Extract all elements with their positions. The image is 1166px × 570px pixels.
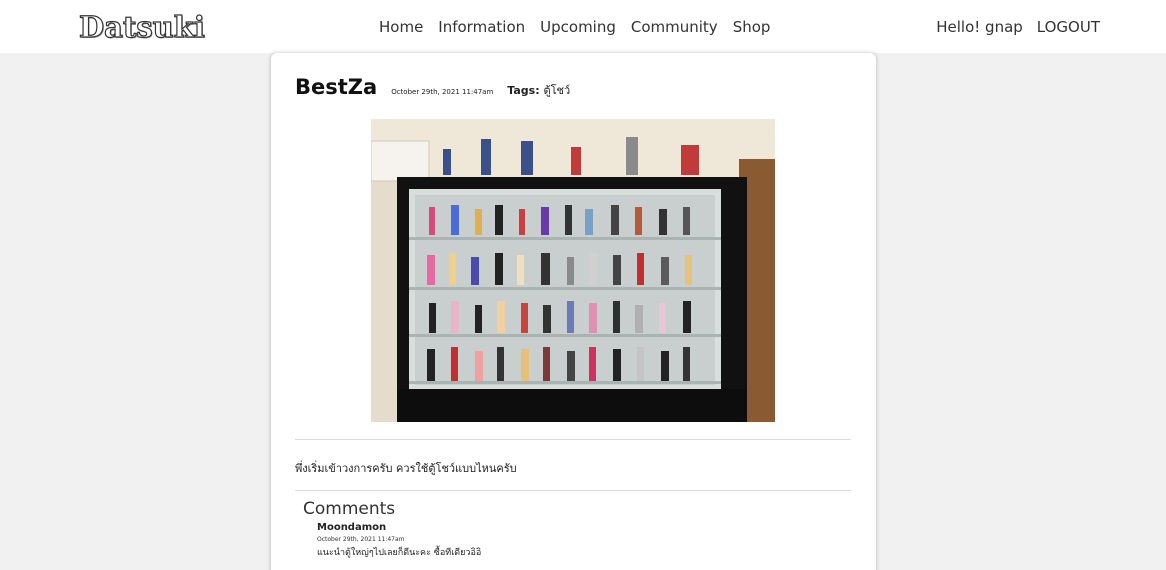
user-area: Hello! gnap LOGOUT (936, 18, 1100, 36)
nav-home[interactable]: Home (379, 18, 423, 36)
display-cabinet-photo (371, 119, 775, 422)
post-author[interactable]: BestZa (295, 75, 377, 99)
comment-item: Moondamon October 29th, 2021 11:47am แนะ… (317, 522, 481, 559)
site-logo[interactable]: Datsuki (78, 9, 205, 44)
user-greeting: Hello! gnap (936, 18, 1023, 36)
divider-bottom (295, 490, 851, 491)
comment-date: October 29th, 2021 11:47am (317, 536, 405, 543)
main-nav: Home Information Upcoming Community Shop (379, 18, 785, 36)
post-card: BestZa October 29th, 2021 11:47am Tags: … (271, 53, 876, 570)
comments-heading: Comments (303, 499, 396, 519)
post-date: October 29th, 2021 11:47am (391, 88, 494, 96)
nav-community[interactable]: Community (631, 18, 718, 36)
logout-link[interactable]: LOGOUT (1037, 18, 1100, 36)
tags-label: Tags: (507, 84, 540, 97)
nav-upcoming[interactable]: Upcoming (540, 18, 616, 36)
tag-value[interactable]: ตู้โชว์ (543, 84, 570, 97)
top-navbar: Datsuki Home Information Upcoming Commun… (0, 0, 1166, 53)
divider-top (295, 439, 851, 440)
comment-text: แนะนำตู้ใหญ่ๆไปเลยก็ดีนะคะ ซื้อทีเดียวอิ… (317, 548, 482, 558)
post-image (371, 119, 775, 422)
post-body: พึ่งเริ่มเข้าวงการครับ ควรใช้ตู้โชว์แบบไ… (295, 462, 517, 475)
post-header: BestZa October 29th, 2021 11:47am Tags: … (295, 75, 570, 99)
post-tags: Tags: ตู้โชว์ (507, 81, 570, 99)
nav-shop[interactable]: Shop (733, 18, 771, 36)
comment-author[interactable]: Moondamon (317, 522, 481, 533)
nav-information[interactable]: Information (438, 18, 525, 36)
